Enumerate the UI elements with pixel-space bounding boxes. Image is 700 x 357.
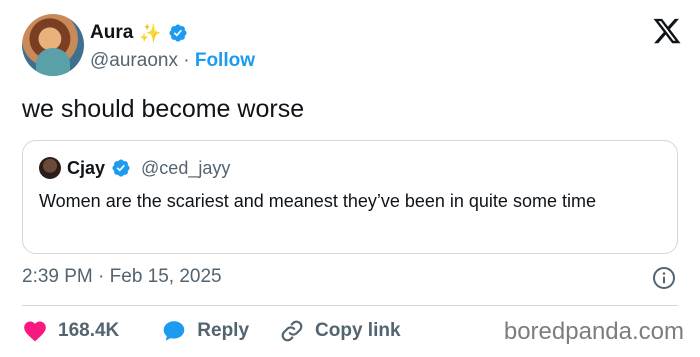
- site-watermark: boredpanda.com: [503, 318, 684, 345]
- copy-link-button[interactable]: Copy link: [279, 318, 401, 344]
- author-handle[interactable]: @auraonx: [90, 50, 178, 71]
- tweet-actions: 168.4K Reply Copy link: [22, 316, 401, 346]
- quoted-author-avatar: [39, 157, 61, 179]
- link-icon: [281, 320, 303, 342]
- quoted-tweet-header: Cjay @ced_jayy: [39, 157, 230, 179]
- like-button[interactable]: 168.4K: [22, 318, 119, 344]
- x-logo-icon[interactable]: [652, 16, 682, 46]
- tweet-header: Aura ✨ @auraonx · Follow: [22, 14, 682, 78]
- author-name-row: Aura ✨: [90, 22, 188, 44]
- quoted-author-handle: @ced_jayy: [141, 157, 231, 178]
- copy-link-label: Copy link: [315, 320, 401, 341]
- reply-button[interactable]: Reply: [161, 318, 249, 344]
- reply-label: Reply: [197, 320, 250, 341]
- author-avatar[interactable]: [22, 14, 84, 76]
- author-handle-row: @auraonx · Follow: [90, 50, 255, 72]
- likes-count: 168.4K: [58, 320, 120, 341]
- verified-badge-icon: [169, 24, 187, 42]
- author-display-name[interactable]: Aura: [90, 22, 133, 44]
- follow-button[interactable]: Follow: [195, 50, 255, 71]
- quoted-tweet-text: Women are the scariest and meanest they’…: [39, 191, 596, 211]
- tweet-timestamp[interactable]: 2:39 PM · Feb 15, 2025: [22, 266, 222, 288]
- actions-divider: [22, 305, 678, 306]
- quoted-tweet[interactable]: Cjay @ced_jayy Women are the scariest an…: [22, 140, 678, 254]
- handle-separator: ·: [183, 50, 190, 71]
- heart-icon: [24, 321, 46, 342]
- tweet-text: we should become worse: [22, 95, 305, 123]
- quoted-author-display-name: Cjay: [67, 157, 106, 178]
- info-icon[interactable]: [652, 266, 676, 290]
- sparkle-emoji: ✨: [139, 23, 162, 43]
- verified-badge-icon: [112, 159, 130, 177]
- reply-bubble-icon: [163, 321, 185, 341]
